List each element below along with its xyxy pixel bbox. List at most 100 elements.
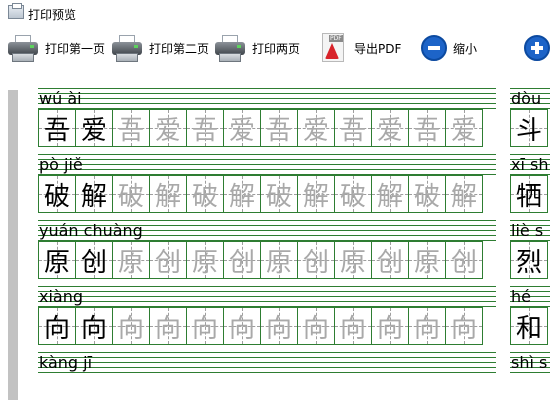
model-character: 爱 (80, 115, 107, 146)
pinyin-text: liè s (511, 221, 544, 240)
trace-character: 吾 (265, 115, 292, 146)
character-cell: 解 (297, 175, 335, 213)
character-grid: 原创原创原创原创原创原创 (38, 241, 483, 279)
character-cell: 向 (149, 307, 187, 345)
character-cell: 斗 (510, 109, 548, 147)
trace-character: 吾 (413, 115, 440, 146)
preview-page: wú ài 吾爱吾爱吾爱吾爱吾爱吾爱 pò jiě 破解破解破解破解破解破解 yuán … (18, 87, 550, 400)
character-cell: 烈 (510, 241, 548, 279)
trace-character: 爱 (154, 115, 181, 146)
character-cell: 向 (408, 307, 446, 345)
pinyin-text: pò jiě (39, 155, 83, 174)
character-cell: 创 (149, 241, 187, 279)
pinyin-text: wú ài (39, 89, 82, 108)
print-first-page-button[interactable]: 打印第一页 (7, 30, 105, 66)
trace-character: 原 (265, 247, 292, 278)
trace-character: 创 (154, 247, 181, 278)
printer-icon (214, 33, 246, 63)
toolbar: 打印第一页 打印第二页 打印两页 PDF 导出PDF 缩小 (0, 26, 550, 68)
trace-character: 解 (376, 181, 403, 212)
trace-character: 破 (413, 181, 440, 212)
trace-character: 破 (117, 181, 144, 212)
trace-character: 向 (413, 313, 440, 344)
character-cell: 吾 (260, 109, 298, 147)
print-both-pages-button[interactable]: 打印两页 (214, 30, 300, 66)
character-cell: 向 (334, 307, 372, 345)
character-cell: 牺 (510, 175, 548, 213)
print-both-pages-label: 打印两页 (252, 41, 301, 56)
pinyin-guide-lines (38, 88, 496, 109)
trace-character: 创 (450, 247, 477, 278)
pinyin-guide-lines (38, 352, 496, 373)
worksheet-row: wú ài 吾爱吾爱吾爱吾爱吾爱吾爱 (38, 88, 496, 154)
character-cell: 原 (334, 241, 372, 279)
character-cell: 创 (75, 241, 113, 279)
export-pdf-button[interactable]: PDF 导出PDF (318, 30, 401, 66)
trace-character: 原 (117, 247, 144, 278)
character-grid: 斗 (510, 109, 548, 147)
pinyin-text: xī sh (511, 155, 549, 174)
character-cell: 向 (112, 307, 150, 345)
trace-character: 向 (339, 313, 366, 344)
character-cell: 吾 (38, 109, 76, 147)
character-cell: 爱 (445, 109, 483, 147)
worksheet-row: pò jiě 破解破解破解破解破解破解 (38, 154, 496, 220)
print-second-page-button[interactable]: 打印第二页 (111, 30, 209, 66)
character-cell: 创 (371, 241, 409, 279)
character-grid: 吾爱吾爱吾爱吾爱吾爱吾爱 (38, 109, 483, 147)
trace-character: 解 (302, 181, 329, 212)
character-cell: 破 (38, 175, 76, 213)
character-cell: 爱 (223, 109, 261, 147)
printer-icon (7, 33, 39, 63)
trace-character: 原 (413, 247, 440, 278)
trace-character: 吾 (117, 115, 144, 146)
zoom-out-button[interactable]: 缩小 (421, 30, 477, 66)
trace-character: 爱 (450, 115, 477, 146)
trace-character: 原 (191, 247, 218, 278)
character-cell: 原 (186, 241, 224, 279)
worksheet-row: yuán chuàng 原创原创原创原创原创原创 (38, 220, 496, 286)
character-cell: 破 (408, 175, 446, 213)
character-cell: 原 (408, 241, 446, 279)
trace-character: 创 (302, 247, 329, 278)
trace-character: 爱 (376, 115, 403, 146)
trace-character: 向 (154, 313, 181, 344)
character-cell: 破 (260, 175, 298, 213)
model-character: 解 (80, 181, 107, 212)
character-cell: 爱 (149, 109, 187, 147)
character-cell: 向 (260, 307, 298, 345)
character-cell: 吾 (334, 109, 372, 147)
worksheet-row: xī sh 牺 (510, 154, 550, 220)
pinyin-text: yuán chuàng (39, 221, 143, 240)
character-cell: 原 (112, 241, 150, 279)
trace-character: 吾 (191, 115, 218, 146)
character-cell: 向 (371, 307, 409, 345)
model-character: 斗 (515, 115, 542, 146)
export-pdf-label: 导出PDF (354, 41, 402, 56)
printer-app-icon (8, 3, 24, 19)
trace-character: 爱 (302, 115, 329, 146)
worksheet-row: shì s (510, 352, 550, 400)
character-cell: 向 (75, 307, 113, 345)
worksheet-row: kàng jī (38, 352, 496, 400)
character-cell: 创 (297, 241, 335, 279)
zoom-in-button[interactable] (524, 30, 550, 66)
character-grid: 破解破解破解破解破解破解 (38, 175, 483, 213)
trace-character: 爱 (228, 115, 255, 146)
character-cell: 爱 (75, 109, 113, 147)
character-cell: 破 (186, 175, 224, 213)
trace-character: 解 (228, 181, 255, 212)
trace-character: 破 (265, 181, 292, 212)
character-cell: 向 (186, 307, 224, 345)
model-character: 向 (43, 313, 70, 344)
print-preview-area[interactable]: wú ài 吾爱吾爱吾爱吾爱吾爱吾爱 pò jiě 破解破解破解破解破解破解 yuán … (0, 68, 550, 400)
character-grid: 和 (510, 307, 548, 345)
model-character: 向 (80, 313, 107, 344)
worksheet-row: dòu 斗 (510, 88, 550, 154)
character-cell: 解 (445, 175, 483, 213)
trace-character: 吾 (339, 115, 366, 146)
character-cell: 向 (223, 307, 261, 345)
character-cell: 解 (371, 175, 409, 213)
worksheet-row: liè s 烈 (510, 220, 550, 286)
pinyin-text: kàng jī (39, 353, 93, 372)
